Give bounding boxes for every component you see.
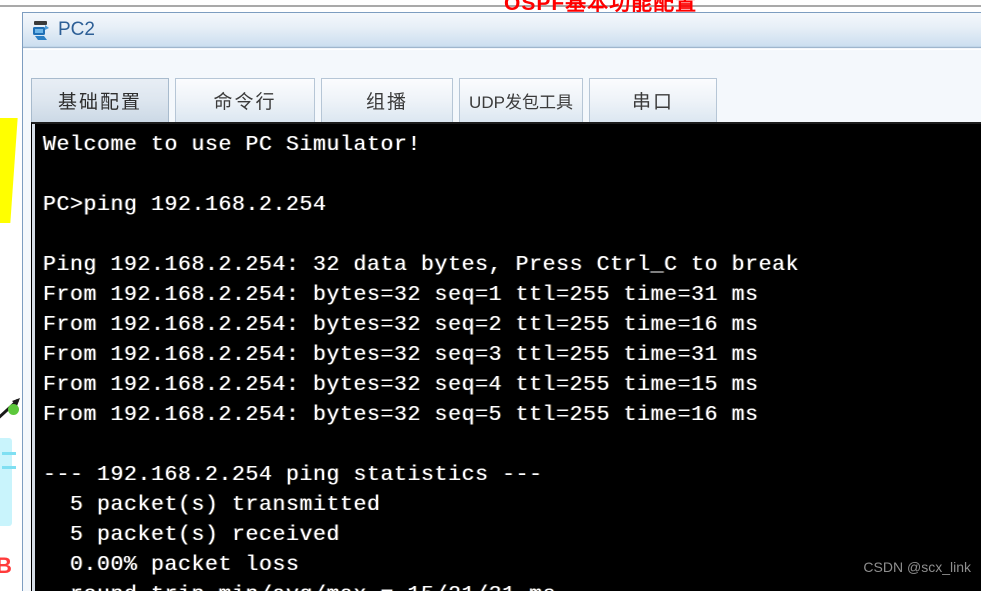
terminal-console[interactable]: Welcome to use PC Simulator! PC>ping 192… xyxy=(31,122,981,591)
tab-strip: 基础配置 命令行 组播 UDP发包工具 串口 xyxy=(31,78,723,122)
pc-device-icon xyxy=(33,21,49,40)
background-green-dot xyxy=(8,404,19,415)
window-title-text: PC2 xyxy=(58,18,95,40)
window-client-area: 基础配置 命令行 组播 UDP发包工具 串口 Welcome to use PC… xyxy=(23,49,981,591)
window-title-bar[interactable]: PC2 xyxy=(23,13,981,48)
terminal-left-edge xyxy=(32,124,35,591)
background-cyan-line-2 xyxy=(2,466,16,469)
pc-simulator-window: PC2 基础配置 命令行 组播 UDP发包工具 串口 Welcome to us… xyxy=(22,12,981,591)
background-cyan-line-1 xyxy=(2,452,16,455)
terminal-output-text: Welcome to use PC Simulator! PC>ping 192… xyxy=(43,133,800,591)
tab-basic-config[interactable]: 基础配置 xyxy=(31,78,169,122)
background-separator-line xyxy=(0,5,981,7)
background-yellow-marker xyxy=(0,118,18,223)
tab-command-line[interactable]: 命令行 xyxy=(175,78,315,122)
tab-udp-packet-tool[interactable]: UDP发包工具 xyxy=(459,78,583,122)
tab-serial-port[interactable]: 串口 xyxy=(589,78,717,122)
background-red-fragment: B xyxy=(0,553,12,578)
csdn-watermark: CSDN @scx_link xyxy=(863,559,971,575)
tab-multicast[interactable]: 组播 xyxy=(321,78,453,122)
